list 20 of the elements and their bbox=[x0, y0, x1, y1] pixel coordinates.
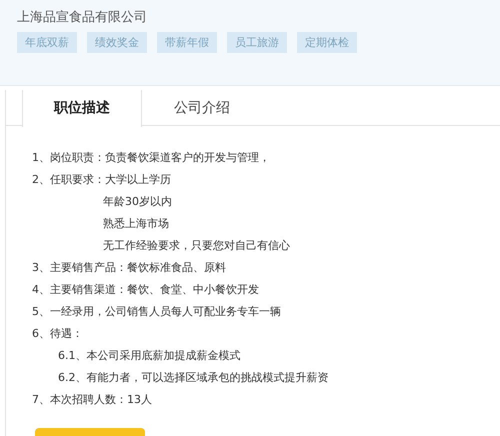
description-line: 6.1、本公司采用底薪加提成薪金模式 bbox=[58, 349, 240, 362]
description-line: 7、本次招聘人数：13人 bbox=[32, 393, 152, 406]
benefit-tag: 定期体检 bbox=[297, 32, 357, 53]
description-line: 6.2、有能力者，可以选择区域承包的挑战模式提升薪资 bbox=[58, 371, 328, 384]
description-line: 2、任职要求：大学以上学历 bbox=[32, 173, 171, 186]
description-line: 6、待遇： bbox=[32, 327, 83, 340]
description-line: 5、一经录用，公司销售人员每人可配业务专车一辆 bbox=[32, 305, 281, 318]
description-line: 熟悉上海市场 bbox=[103, 217, 169, 230]
benefit-tag: 绩效奖金 bbox=[87, 32, 147, 53]
description-line: 1、岗位职责：负责餐饮渠道客户的开发与管理， bbox=[32, 151, 270, 164]
description-line: 年龄30岁以内 bbox=[103, 195, 172, 208]
benefit-tag: 员工旅游 bbox=[227, 32, 287, 53]
description-line: 4、主要销售渠道：餐饮、食堂、中小餐饮开发 bbox=[32, 283, 259, 296]
benefit-tag: 带薪年假 bbox=[157, 32, 217, 53]
tab[interactable]: 公司介绍 bbox=[142, 90, 262, 126]
benefit-tag: 年底双薪 bbox=[17, 32, 77, 53]
description-line: 无工作经验要求，只要您对自己有信心 bbox=[103, 239, 290, 252]
description-line: 3、主要销售产品：餐饮标准食品、原料 bbox=[32, 261, 226, 274]
company-name: 上海品宣食品有限公司 bbox=[17, 10, 148, 26]
tab[interactable]: 职位描述 bbox=[22, 90, 142, 127]
